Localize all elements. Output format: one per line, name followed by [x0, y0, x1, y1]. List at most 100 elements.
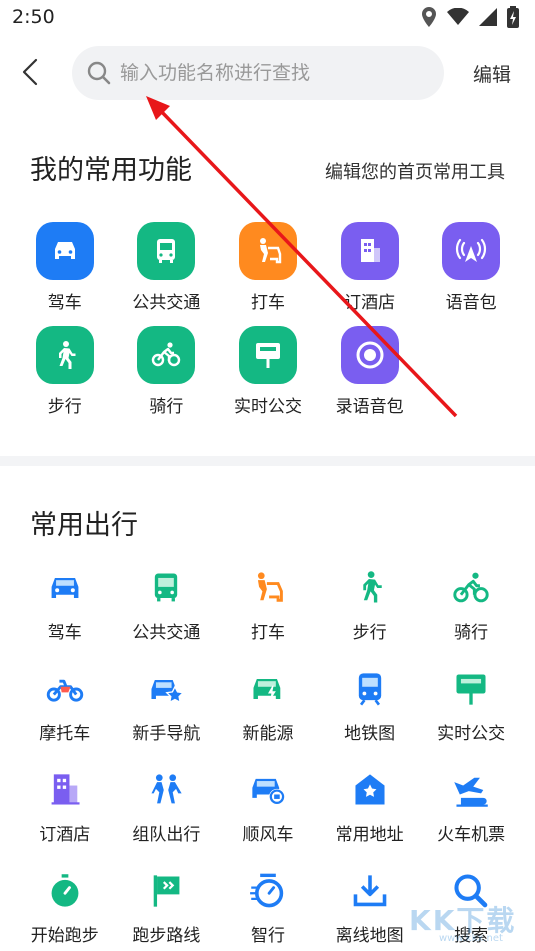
motorcycle-icon: [45, 669, 85, 709]
edit-home-tools-link[interactable]: 编辑您的首页常用工具: [325, 158, 505, 184]
bike-icon: [451, 568, 491, 608]
record-icon: [340, 326, 399, 384]
my-functions-title: 我的常用功能: [30, 155, 192, 186]
my-function-drive[interactable]: 驾车: [14, 222, 116, 326]
travel-smart[interactable]: 智行: [217, 871, 319, 951]
search-input[interactable]: [120, 62, 420, 84]
travel-label: 跑步路线: [132, 926, 201, 946]
common-travel-title: 常用出行: [30, 510, 138, 541]
taxi-icon: [248, 568, 288, 608]
wifi-icon: [447, 8, 469, 25]
train-plane-icon: [451, 770, 491, 810]
taxi-icon: [238, 222, 297, 280]
travel-carpool[interactable]: 顺风车: [217, 770, 319, 871]
travel-label: 组队出行: [132, 825, 201, 845]
travel-novice-navigation[interactable]: 新手导航: [116, 669, 218, 770]
bus-icon: [146, 568, 186, 608]
travel-motorcycle[interactable]: 摩托车: [14, 669, 116, 770]
travel-running-route[interactable]: 跑步路线: [116, 871, 218, 951]
my-function-label: 打车: [250, 293, 285, 313]
my-function-label: 订酒店: [344, 293, 396, 313]
travel-public-transit[interactable]: 公共交通: [116, 568, 218, 669]
travel-label: 新手导航: [132, 724, 201, 744]
subway-icon: [350, 669, 390, 709]
my-function-walk[interactable]: 步行: [14, 326, 116, 430]
travel-label: 公共交通: [132, 623, 201, 643]
hotel-icon: [45, 770, 85, 810]
realtime-bus-icon: [451, 669, 491, 709]
travel-start-running[interactable]: 开始跑步: [14, 871, 116, 951]
my-function-label: 骑行: [149, 397, 184, 417]
travel-label: 打车: [250, 623, 285, 643]
realtime-bus-icon: [238, 326, 297, 384]
travel-favorite-address[interactable]: 常用地址: [319, 770, 421, 871]
walk-icon: [35, 326, 94, 384]
travel-hotel[interactable]: 订酒店: [14, 770, 116, 871]
travel-label: 步行: [352, 623, 387, 643]
location-icon: [422, 7, 436, 27]
search-bar[interactable]: [72, 46, 444, 100]
travel-bike[interactable]: 骑行: [420, 568, 522, 669]
search-icon: [451, 871, 491, 911]
my-function-label: 公共交通: [132, 293, 201, 313]
my-function-label: 实时公交: [233, 397, 302, 417]
travel-label: 搜索: [454, 926, 489, 946]
my-function-label: 步行: [47, 397, 82, 417]
travel-subway-map[interactable]: 地铁图: [319, 669, 421, 770]
travel-search[interactable]: 搜索: [420, 871, 522, 951]
travel-train-plane[interactable]: 火车机票: [420, 770, 522, 871]
travel-label: 实时公交: [437, 724, 506, 744]
status-bar: 2:50: [0, 0, 535, 36]
my-function-public-transit[interactable]: 公共交通: [116, 222, 218, 326]
running-route-icon: [146, 871, 186, 911]
carpool-icon: [248, 770, 288, 810]
my-function-label: 录语音包: [335, 397, 404, 417]
travel-label: 订酒店: [39, 825, 91, 845]
travel-walk[interactable]: 步行: [319, 568, 421, 669]
my-function-label: 驾车: [47, 293, 82, 313]
car-icon: [35, 222, 94, 280]
my-function-realtime-bus[interactable]: 实时公交: [217, 326, 319, 430]
car-icon: [45, 568, 85, 608]
bike-icon: [137, 326, 196, 384]
common-travel-grid: 驾车 公共交通 打车 步行 骑行 摩托车 新手导航 新能源 地铁图 实时公交 订…: [14, 568, 524, 951]
chevron-left-icon: [22, 58, 38, 86]
travel-label: 骑行: [454, 623, 489, 643]
my-function-taxi[interactable]: 打车: [217, 222, 319, 326]
travel-label: 开始跑步: [30, 926, 99, 946]
travel-label: 常用地址: [335, 825, 404, 845]
my-function-hotel[interactable]: 订酒店: [319, 222, 421, 326]
travel-label: 摩托车: [39, 724, 91, 744]
travel-label: 新能源: [242, 724, 294, 744]
my-function-record-voice[interactable]: 录语音包: [319, 326, 421, 430]
travel-drive[interactable]: 驾车: [14, 568, 116, 669]
travel-realtime-bus[interactable]: 实时公交: [420, 669, 522, 770]
search-icon: [87, 61, 111, 85]
stopwatch-icon: [45, 871, 85, 911]
my-function-label: 语音包: [445, 293, 497, 313]
smart-travel-icon: [248, 871, 288, 911]
back-button[interactable]: [16, 56, 48, 88]
download-icon: [350, 871, 390, 911]
travel-label: 顺风车: [242, 825, 294, 845]
my-function-voice-pack[interactable]: 语音包: [420, 222, 522, 326]
favorite-address-icon: [350, 770, 390, 810]
travel-offline-map[interactable]: 离线地图: [319, 871, 421, 951]
section-divider: [0, 456, 535, 466]
travel-label: 离线地图: [335, 926, 404, 946]
signal-icon: [479, 8, 497, 26]
travel-team[interactable]: 组队出行: [116, 770, 218, 871]
my-functions-grid: 驾车 公共交通 打车 订酒店 语音包 步行 骑行 实时公交 录语音包: [14, 222, 524, 430]
edit-button[interactable]: 编辑: [473, 60, 511, 87]
my-function-bike[interactable]: 骑行: [116, 326, 218, 430]
travel-label: 地铁图: [344, 724, 396, 744]
battery-icon: [507, 6, 519, 28]
travel-label: 火车机票: [437, 825, 506, 845]
travel-label: 智行: [250, 926, 285, 946]
travel-taxi[interactable]: 打车: [217, 568, 319, 669]
novice-nav-icon: [146, 669, 186, 709]
travel-new-energy[interactable]: 新能源: [217, 669, 319, 770]
bus-icon: [137, 222, 196, 280]
hotel-icon: [340, 222, 399, 280]
status-time: 2:50: [12, 6, 55, 28]
